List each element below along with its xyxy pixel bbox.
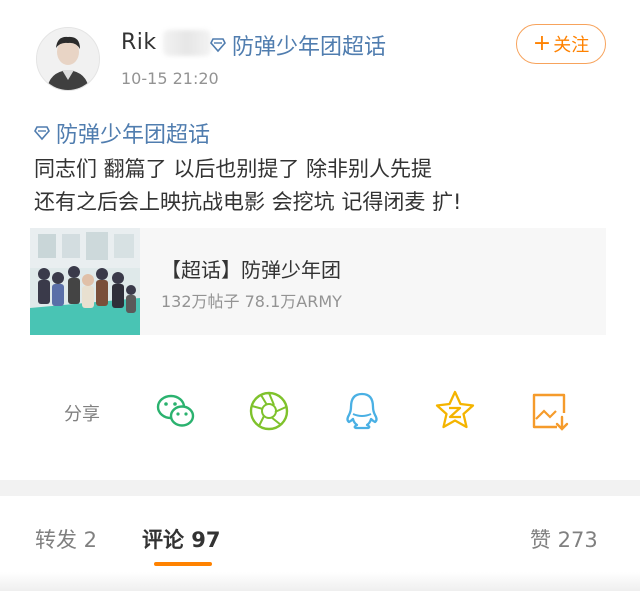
post-text-line-1: 同志们 翻篇了 以后也别提了 除非别人先提 [34, 157, 433, 181]
follow-label: 关注 [553, 35, 590, 56]
tab-comment[interactable]: 评论 97 [142, 524, 221, 554]
tab-repost[interactable]: 转发 2 [35, 524, 97, 554]
active-tab-indicator [154, 562, 212, 566]
diamond-icon [210, 38, 226, 53]
username[interactable]: Rik [121, 30, 157, 55]
topic-card-title: 【超话】防弹少年团 [161, 258, 341, 282]
topic-card-stats: 132万帖子 78.1万ARMY [161, 292, 342, 311]
header-topic-label: 防弹少年团超话 [232, 35, 387, 60]
diamond-icon [34, 126, 50, 141]
tab-like[interactable]: 赞 273 [530, 524, 598, 554]
section-divider [0, 480, 640, 496]
save-image-icon[interactable] [527, 389, 571, 433]
topic-card-thumbnail [30, 228, 140, 335]
qzone-icon[interactable] [433, 389, 477, 433]
post-text-line-2: 还有之后会上映抗战电影 会挖坑 记得闭麦 扩! [34, 190, 462, 214]
bottom-shadow [0, 572, 640, 591]
body-topic-link[interactable]: 防弹少年团超话 [34, 117, 210, 149]
moments-icon[interactable] [247, 389, 291, 433]
qq-icon[interactable] [340, 389, 384, 433]
plus-icon: + [532, 31, 552, 56]
share-label: 分享 [64, 404, 100, 425]
post-timestamp: 10-15 21:20 [121, 69, 219, 88]
wechat-icon[interactable] [154, 389, 198, 433]
follow-button[interactable]: + 关注 [516, 24, 606, 64]
avatar[interactable] [36, 27, 100, 91]
redacted-username-blur [163, 30, 211, 56]
topic-card[interactable]: 【超话】防弹少年团 132万帖子 78.1万ARMY [30, 228, 606, 335]
body-topic-label: 防弹少年团超话 [56, 123, 211, 148]
header-topic-link[interactable]: 防弹少年团超话 [210, 29, 386, 61]
